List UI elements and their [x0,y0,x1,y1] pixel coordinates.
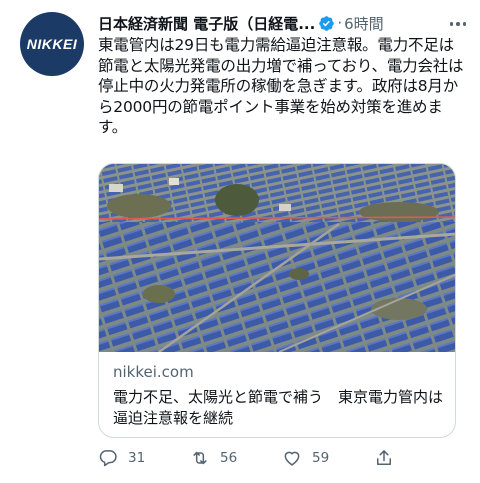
timestamp[interactable]: 6時間 [344,13,384,34]
like-count: 59 [312,450,330,466]
tweet-header: 日本経済新聞 電子版（日経電... · 6時間 [98,12,468,34]
tweet-text: 東電管内は29日も電力需給逼迫注意報。電力不足は節電と太陽光発電の出力増で補って… [98,36,464,136]
verified-badge-icon [319,15,335,31]
reply-icon [99,450,117,467]
more-options-icon[interactable] [448,14,468,34]
share-icon [377,450,391,465]
retweet-button[interactable]: 56 [190,445,237,471]
header-separator: · [337,14,343,32]
link-card[interactable]: nikkei.com 電力不足、太陽光と節電で補う 東京電力管内は逼迫注意報を継… [98,163,456,438]
card-title: 電力不足、太陽光と節電で補う 東京電力管内は逼迫注意報を継続 [113,388,444,427]
avatar[interactable]: NIKKEI [20,12,84,76]
tweet[interactable]: NIKKEI 日本経済新聞 電子版（日経電... · 6時間 東電管内は29日も… [0,0,480,483]
card-domain: nikkei.com [113,363,194,381]
action-bar: 31 56 59 [98,445,438,471]
reply-count: 31 [128,450,146,466]
reply-button[interactable]: 31 [98,445,145,471]
retweet-count: 56 [220,450,238,466]
like-button[interactable]: 59 [282,445,329,471]
avatar-logo-text: NIKKEI [26,36,78,52]
solar-farm-photo [99,164,455,352]
retweet-icon [193,451,207,465]
display-name[interactable]: 日本経済新聞 電子版（日経電... [98,13,315,34]
share-button[interactable] [374,445,394,471]
heart-icon [284,451,300,466]
